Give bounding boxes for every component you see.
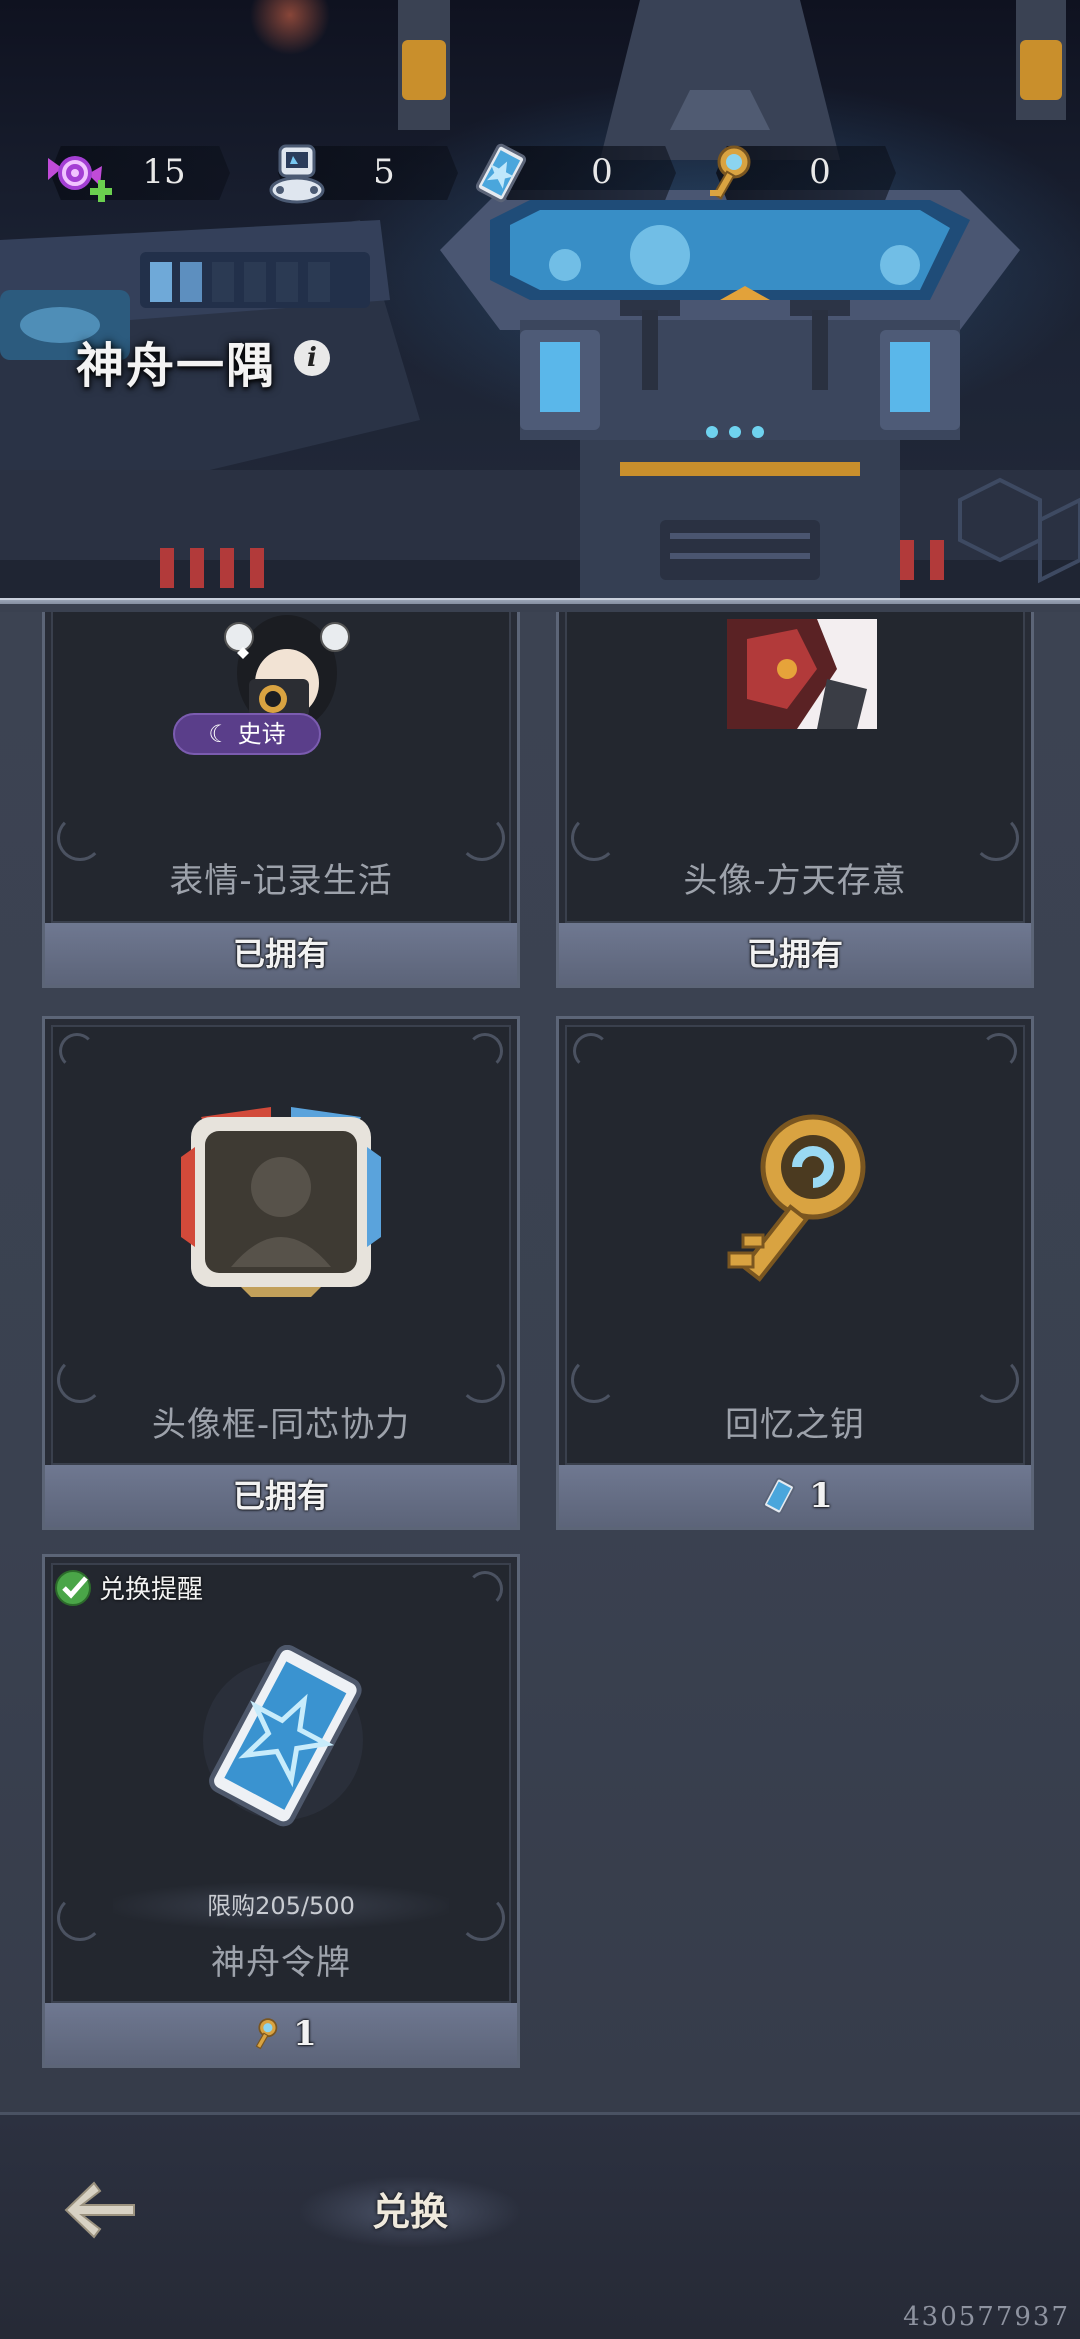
item-name: 头像框-同芯协力 (151, 1405, 411, 1445)
cost-value: 1 (809, 1476, 833, 1516)
info-icon[interactable]: i (294, 340, 330, 376)
avatar-frame-icon (181, 1107, 381, 1297)
item-card-body: 头像框-同芯协力 (51, 1025, 511, 1465)
currency-value-key: 0 (809, 152, 831, 192)
exchange-reminder-label: 兑换提醒 (99, 1574, 204, 1605)
currency-value-candy: 15 (142, 152, 186, 192)
purchase-limit: 限购205/500 (113, 1883, 449, 1929)
currency-value-card-token: 0 (591, 152, 613, 192)
add-candy-icon[interactable] (88, 178, 114, 204)
owned-status-button[interactable]: 已拥有 (559, 923, 1031, 985)
exchange-cost-button[interactable]: 1 (45, 2003, 517, 2065)
item-card-shenzhou-token[interactable]: 限购205/500 神舟令牌 兑换提醒 1 (42, 1554, 520, 2068)
item-name: 表情-记录生活 (169, 861, 393, 901)
card-corner-ornament (59, 1033, 95, 1069)
card-token-icon (475, 143, 527, 203)
crescent-moon-icon: ☾ (208, 720, 230, 748)
robot-icon (269, 144, 325, 204)
shenzhou-token-icon (203, 1645, 363, 1827)
exchange-cost-button[interactable]: 1 (559, 1465, 1031, 1527)
item-card-body: 限购205/500 神舟令牌 (51, 1563, 511, 2003)
item-card-avatar-frame[interactable]: 头像框-同芯协力 已拥有 (42, 1016, 520, 1530)
card-corner-ornament (981, 1033, 1017, 1069)
tab-exchange[interactable]: 兑换 (300, 2177, 520, 2247)
back-arrow-icon[interactable] (60, 2175, 140, 2245)
currency-bar: 15 5 0 0 (30, 138, 1050, 208)
key-icon (710, 145, 751, 200)
user-id: 430577937 (903, 2302, 1070, 2332)
header-divider (0, 598, 1080, 604)
card-corner-ornament (467, 1033, 503, 1069)
page-title: 神舟一隅 (76, 338, 277, 394)
owned-status-button[interactable]: 已拥有 (45, 1465, 517, 1527)
item-name: 回忆之钥 (725, 1405, 865, 1445)
item-card-avatar[interactable]: 头像-方天存意 已拥有 (556, 612, 1034, 988)
mech-avatar-icon (727, 619, 877, 729)
item-card-emote[interactable]: ☾ 史诗 表情-记录生活 已拥有 (42, 612, 520, 988)
rarity-badge-epic: ☾ 史诗 (173, 713, 321, 755)
card-corner-ornament (573, 1033, 609, 1069)
item-name: 头像-方天存意 (683, 861, 907, 901)
item-card-body: 头像-方天存意 (565, 612, 1025, 923)
memory-key-icon (727, 1114, 866, 1282)
card-token-icon (763, 1477, 795, 1515)
exchange-reminder-toggle[interactable]: 兑换提醒 (53, 1565, 203, 1609)
rarity-label: 史诗 (237, 720, 286, 748)
item-name: 神舟令牌 (211, 1943, 351, 1983)
check-badge-icon (55, 1570, 91, 1606)
header-scene: 15 5 0 0 神舟一隅 i (0, 0, 1080, 604)
key-icon (255, 2018, 278, 2050)
card-corner-ornament (467, 1571, 503, 1607)
spaceship-cockpit-illustration (0, 0, 1080, 600)
exchange-item-grid[interactable]: ☾ 史诗 表情-记录生活 已拥有 头像-方天存意 已拥有 头像框-同芯协力 已拥… (0, 612, 1080, 2112)
currency-value-robot: 5 (373, 152, 395, 192)
item-card-body: ☾ 史诗 表情-记录生活 (51, 612, 511, 923)
item-card-body: 回忆之钥 (565, 1025, 1025, 1465)
cost-value: 1 (293, 2014, 317, 2054)
item-card-memory-key[interactable]: 回忆之钥 1 (556, 1016, 1034, 1530)
owned-status-button[interactable]: 已拥有 (45, 923, 517, 985)
